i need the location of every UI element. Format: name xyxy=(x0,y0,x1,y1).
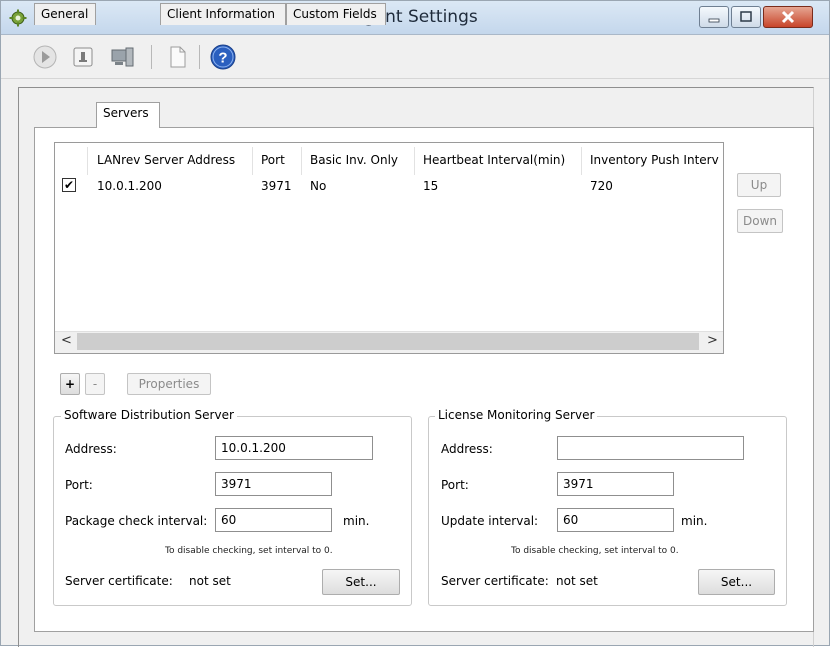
column-divider xyxy=(252,147,253,175)
sds-cert-label: Server certificate: xyxy=(65,574,173,588)
scroll-left-arrow[interactable]: < xyxy=(61,333,72,348)
server-heartbeat-cell[interactable]: 15 xyxy=(423,179,438,193)
column-header-port[interactable]: Port xyxy=(261,153,285,167)
servers-table[interactable] xyxy=(54,142,724,354)
computer-icon[interactable] xyxy=(109,43,137,71)
sds-cert-value: not set xyxy=(189,574,231,588)
agent-info-icon[interactable] xyxy=(69,43,97,71)
server-basic-inv-cell[interactable]: No xyxy=(310,179,326,193)
lms-cert-value: not set xyxy=(556,574,598,588)
tab-servers[interactable]: Servers xyxy=(96,102,160,128)
move-down-button[interactable]: Down xyxy=(737,209,783,233)
title-bar[interactable]: Agent Settings xyxy=(1,1,829,35)
lms-interval-unit: min. xyxy=(681,514,708,528)
column-header-address[interactable]: LANrev Server Address xyxy=(97,153,235,167)
properties-button[interactable]: Properties xyxy=(127,373,211,395)
close-button[interactable] xyxy=(763,6,813,28)
lms-interval-input[interactable]: 60 xyxy=(557,508,674,532)
column-header-heartbeat[interactable]: Heartbeat Interval(min) xyxy=(423,153,565,167)
agent-settings-window: Agent Settings ? General Servers Client … xyxy=(0,0,830,647)
lms-port-input[interactable]: 3971 xyxy=(557,472,674,496)
lms-set-certificate-button[interactable]: Set... xyxy=(698,569,775,595)
column-divider xyxy=(581,147,582,175)
software-distribution-legend: Software Distribution Server xyxy=(61,408,237,422)
scrollbar-thumb[interactable] xyxy=(77,333,699,350)
server-port-cell[interactable]: 3971 xyxy=(261,179,292,193)
lms-interval-label: Update interval: xyxy=(441,514,539,528)
sds-port-input[interactable]: 3971 xyxy=(215,472,332,496)
column-header-basic-inv[interactable]: Basic Inv. Only xyxy=(310,153,398,167)
server-inventory-push-cell[interactable]: 720 xyxy=(590,179,613,193)
minimize-button[interactable] xyxy=(699,6,729,28)
sds-interval-input[interactable]: 60 xyxy=(215,508,332,532)
lms-cert-label: Server certificate: xyxy=(441,574,549,588)
scroll-right-arrow[interactable]: > xyxy=(707,333,718,348)
column-header-inventory-push[interactable]: Inventory Push Interv xyxy=(590,153,720,167)
add-server-button[interactable]: + xyxy=(60,373,80,395)
toolbar: ? xyxy=(1,35,829,79)
sds-set-certificate-button[interactable]: Set... xyxy=(322,569,400,595)
toolbar-separator xyxy=(199,45,200,69)
toolbar-separator xyxy=(151,45,152,69)
lms-address-label: Address: xyxy=(441,442,493,456)
column-divider xyxy=(87,147,88,175)
column-divider xyxy=(414,147,415,175)
sds-address-label: Address: xyxy=(65,442,117,456)
move-up-button[interactable]: Up xyxy=(737,173,781,197)
sds-interval-unit: min. xyxy=(343,514,370,528)
maximize-button[interactable] xyxy=(731,6,761,28)
lms-port-label: Port: xyxy=(441,478,469,492)
server-enabled-checkbox[interactable]: ✔ xyxy=(62,178,76,192)
lms-address-input[interactable] xyxy=(557,436,744,460)
remove-server-button[interactable]: - xyxy=(85,373,105,395)
tab-custom-fields[interactable]: Custom Fields xyxy=(286,3,386,25)
sds-interval-label: Package check interval: xyxy=(65,514,208,528)
minimize-icon xyxy=(708,18,720,23)
help-icon[interactable]: ? xyxy=(209,43,237,71)
tab-client-information[interactable]: Client Information xyxy=(160,3,286,25)
server-address-cell[interactable]: 10.0.1.200 xyxy=(97,179,162,193)
tab-general[interactable]: General xyxy=(34,3,96,25)
svg-text:?: ? xyxy=(218,50,227,67)
license-monitoring-legend: License Monitoring Server xyxy=(435,408,598,422)
close-icon xyxy=(781,10,795,24)
maximize-icon xyxy=(740,11,752,22)
sds-port-label: Port: xyxy=(65,478,93,492)
sds-interval-note: To disable checking, set interval to 0. xyxy=(165,546,333,556)
play-icon[interactable] xyxy=(31,43,59,71)
lms-interval-note: To disable checking, set interval to 0. xyxy=(511,546,679,556)
sds-address-input[interactable]: 10.0.1.200 xyxy=(215,436,373,460)
column-divider xyxy=(301,147,302,175)
document-icon[interactable] xyxy=(163,43,191,71)
